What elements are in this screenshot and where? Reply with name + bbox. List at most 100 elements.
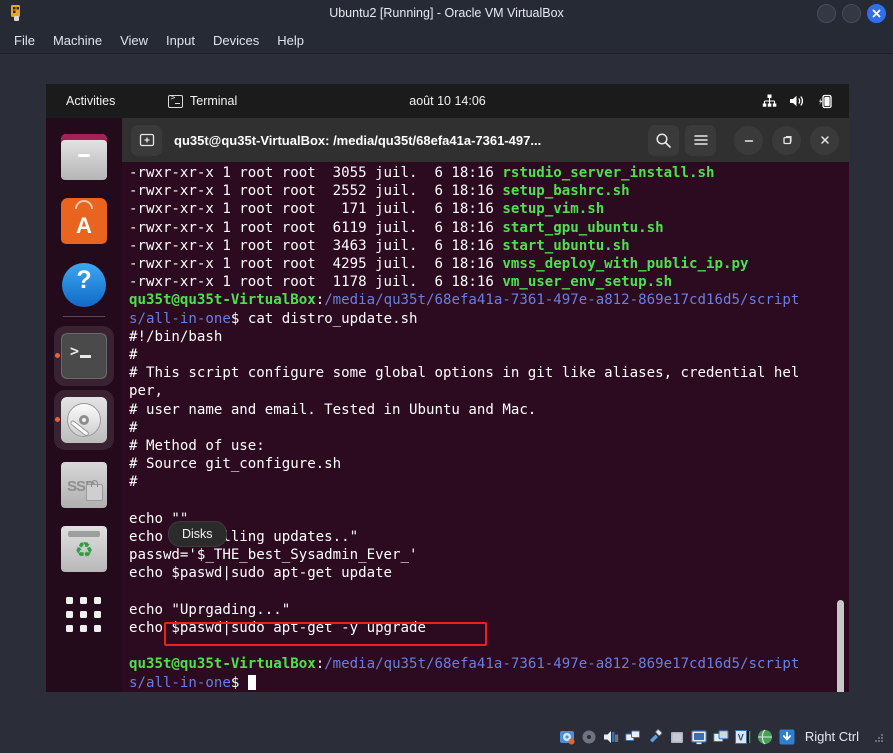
activities-button[interactable]: Activities	[66, 84, 115, 118]
gnome-topbar: août 10 14:06 Activities Terminal	[46, 84, 849, 118]
display-icon[interactable]	[691, 729, 707, 745]
prompt-line: qu35t@qu35t-VirtualBox:/media/qu35t/68ef…	[129, 292, 800, 309]
dock-item-ubuntu-software[interactable]: A	[57, 194, 111, 248]
close-icon	[872, 9, 881, 18]
maximize-button[interactable]	[842, 4, 861, 23]
minimize-button[interactable]	[817, 4, 836, 23]
menu-input[interactable]: Input	[157, 31, 204, 50]
dock-item-files[interactable]	[57, 130, 111, 184]
recording-icon[interactable]	[713, 729, 729, 745]
text-cursor	[247, 674, 256, 690]
topbar-clock[interactable]: août 10 14:06	[46, 84, 849, 118]
menu-help[interactable]: Help	[268, 31, 313, 50]
prompt-path-2: s/all-in-one	[129, 310, 231, 327]
menu-file[interactable]: File	[11, 31, 44, 50]
hard-disk-icon[interactable]	[559, 729, 575, 745]
screenshot-root: Ubuntu2 [Running] - Oracle VM VirtualBox…	[0, 0, 893, 753]
search-button[interactable]	[648, 124, 679, 156]
listing-file-4: start_ubuntu.sh	[502, 237, 630, 254]
topbar-app-label: Terminal	[190, 94, 238, 108]
listing-file-2: setup_vim.sh	[502, 201, 605, 218]
prompt-line-final: qu35t@qu35t-VirtualBox:/media/qu35t/68ef…	[129, 656, 800, 673]
script-line-4: # user name and email. Tested in Ubuntu …	[129, 401, 537, 418]
ubuntu-software-icon: A	[61, 198, 107, 244]
listing-meta-3: -rwxr-xr-x 1 root root 6119 juil. 6 18:1…	[129, 219, 503, 236]
virtualbox-titlebar: Ubuntu2 [Running] - Oracle VM VirtualBox	[0, 0, 893, 27]
audio-icon[interactable]	[603, 729, 619, 745]
terminal-headerbar: qu35t@qu35t-VirtualBox: /media/qu35t/68e…	[122, 118, 849, 162]
menu-machine[interactable]: Machine	[44, 31, 111, 50]
search-icon	[656, 132, 671, 148]
menu-view[interactable]: View	[111, 31, 157, 50]
script-line-5: #	[129, 419, 138, 436]
menu-devices[interactable]: Devices	[204, 31, 268, 50]
terminal-icon	[168, 93, 183, 108]
close-icon	[820, 136, 829, 144]
terminal-scrollbar[interactable]	[837, 600, 844, 692]
svg-text:V: V	[738, 732, 744, 742]
listing-line: -rwxr-xr-x 1 root root 3463 juil. 6 18:1…	[129, 238, 630, 254]
new-tab-button[interactable]	[131, 124, 162, 156]
listing-line: -rwxr-xr-x 1 root root 6119 juil. 6 18:1…	[129, 220, 664, 236]
listing-file-0: rstudio_server_install.sh	[502, 165, 715, 181]
network-icon[interactable]	[625, 729, 641, 745]
dock-item-terminal[interactable]: >	[54, 326, 114, 386]
optical-disk-icon[interactable]	[581, 729, 597, 745]
dock-item-help[interactable]: ?	[57, 258, 111, 312]
typed-command: cat distro_update.sh	[247, 310, 418, 327]
prompt-line-cont: s/all-in-one$ cat distro_update.sh	[129, 311, 418, 327]
terminal-window: qu35t@qu35t-VirtualBox: /media/qu35t/68e…	[122, 118, 849, 692]
script-line-7: # Source git_configure.sh	[129, 456, 342, 473]
virtualbox-menubar: File Machine View Input Devices Help	[0, 27, 893, 53]
trash-icon: ♻	[61, 526, 107, 572]
shared-folder-icon[interactable]	[669, 729, 685, 745]
topbar-app-indicator[interactable]: Terminal	[168, 84, 237, 118]
script-line-2: # This script configure some global opti…	[129, 365, 800, 382]
network-wired-icon	[761, 93, 777, 109]
listing-line: -rwxr-xr-x 1 root root 171 juil. 6 18:16…	[129, 201, 604, 217]
script-line-3: per,	[129, 383, 163, 400]
listing-line: -rwxr-xr-x 1 root root 1178 juil. 6 18:1…	[129, 274, 672, 290]
prompt-path-1: /media/qu35t/68efa41a-7361-497e-a812-869…	[324, 292, 800, 309]
menubar-divider	[0, 53, 893, 54]
script-line-12: passwd='$_THE_best_Sysadmin_Ever_'	[129, 547, 418, 564]
terminal-maximize-button[interactable]	[772, 125, 801, 155]
terminal-minimize-button[interactable]	[734, 125, 763, 155]
battery-charging-icon	[817, 93, 833, 109]
dock-item-ssd-volume[interactable]: SSD	[57, 458, 111, 512]
globe-icon[interactable]	[757, 729, 773, 745]
listing-file-3: start_gpu_ubuntu.sh	[502, 219, 664, 236]
usb-icon[interactable]	[647, 728, 663, 745]
maximize-icon	[782, 135, 792, 145]
files-icon	[61, 134, 107, 180]
ssd-drive-icon: SSD	[61, 462, 107, 508]
listing-file-1: setup_bashrc.sh	[502, 183, 630, 200]
dock-divider	[63, 316, 105, 317]
dock-item-trash[interactable]: ♻	[57, 522, 111, 576]
down-arrow-icon[interactable]	[779, 729, 795, 745]
host-key-label: Right Ctrl	[804, 729, 859, 744]
listing-meta-0: -rwxr-xr-x 1 root root 3055 juil. 6 18:1…	[129, 165, 503, 181]
password-highlight-box	[164, 622, 487, 646]
guest-screen: août 10 14:06 Activities Terminal	[46, 84, 849, 692]
volume-icon	[789, 93, 805, 109]
dock-item-disks[interactable]	[54, 390, 114, 450]
virtualbox-statusbar: V Right Ctrl	[0, 720, 893, 753]
topbar-tray[interactable]	[761, 84, 833, 118]
window-title: Ubuntu2 [Running] - Oracle VM VirtualBox	[329, 6, 564, 20]
listing-line: -rwxr-xr-x 1 root root 4295 juil. 6 18:1…	[129, 256, 748, 272]
window-controls	[817, 4, 886, 23]
script-line-6: # Method of use:	[129, 438, 265, 455]
listing-meta-1: -rwxr-xr-x 1 root root 2552 juil. 6 18:1…	[129, 183, 503, 200]
prompt-path-1-final: /media/qu35t/68efa41a-7361-497e-a812-869…	[324, 656, 800, 673]
close-button[interactable]	[867, 4, 886, 23]
menu-button[interactable]	[685, 124, 716, 156]
script-line-13: echo $paswd|sudo apt-get update	[129, 565, 393, 582]
listing-line: -rwxr-xr-x 1 root root 3055 juil. 6 18:1…	[129, 165, 715, 181]
terminal-close-button[interactable]	[810, 125, 839, 155]
resize-grip-icon[interactable]	[871, 730, 885, 744]
dock-item-show-applications[interactable]	[57, 588, 111, 642]
vm-icon[interactable]: V	[734, 729, 751, 745]
script-line-0: #!/bin/bash	[129, 328, 223, 345]
terminal-body[interactable]: -rwxr-xr-x 1 root root 3055 juil. 6 18:1…	[122, 162, 849, 692]
